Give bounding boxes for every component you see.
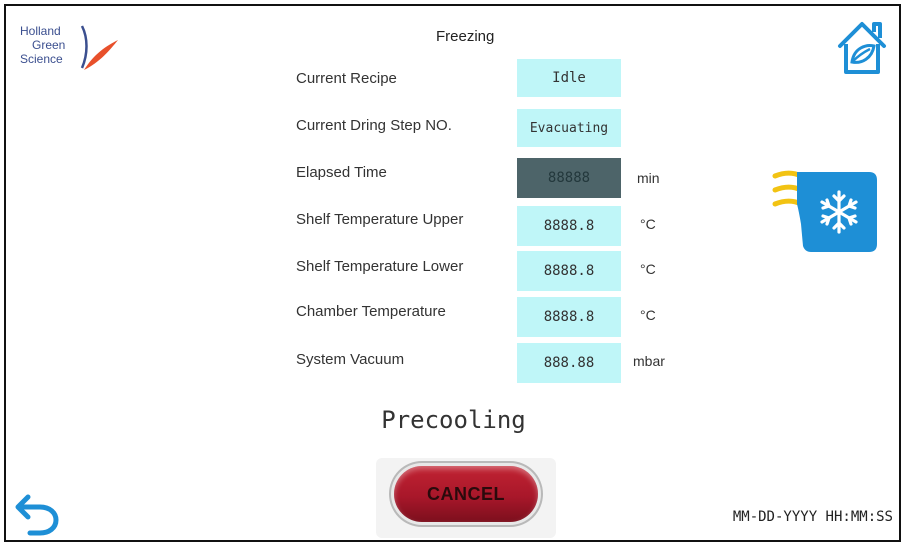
- shelf-temp-lower-value: 8888.8: [517, 251, 621, 291]
- shelf-temp-lower-unit: °C: [640, 261, 656, 277]
- chamber-temp-unit: °C: [640, 307, 656, 323]
- system-vacuum-label: System Vacuum: [296, 351, 405, 368]
- shelf-temp-upper-unit: °C: [640, 216, 656, 232]
- shelf-temp-upper-label: Shelf Temperature Upper: [296, 211, 464, 228]
- snowflake-freeze-icon: [772, 170, 877, 252]
- chamber-temp-value: 8888.8: [517, 297, 621, 337]
- process-status: Precooling: [381, 406, 526, 434]
- shelf-temp-lower-label: Shelf Temperature Lower: [296, 258, 464, 275]
- system-vacuum-value: 888.88: [517, 343, 621, 383]
- company-logo: Holland Green Science: [14, 20, 124, 80]
- elapsed-time-unit: min: [637, 170, 660, 186]
- shelf-temp-upper-value: 8888.8: [517, 206, 621, 246]
- system-vacuum-unit: mbar: [633, 353, 665, 369]
- cancel-button[interactable]: CANCEL: [394, 466, 538, 522]
- current-recipe-label: Current Recipe: [296, 70, 397, 87]
- chamber-temp-label: Chamber Temperature: [296, 303, 446, 320]
- current-step-label: Current Dring Step NO.: [296, 117, 452, 134]
- elapsed-time-value: 88888: [517, 158, 621, 198]
- logo-line-1: Holland: [20, 24, 61, 38]
- logo-line-2: Green: [32, 38, 66, 52]
- logo-line-3: Science: [20, 52, 63, 66]
- cancel-button-frame: CANCEL: [376, 458, 556, 538]
- home-leaf-icon[interactable]: [834, 18, 890, 78]
- page-title: Freezing: [436, 28, 495, 45]
- back-arrow-icon[interactable]: [12, 487, 62, 537]
- datetime-display: MM-DD-YYYY HH:MM:SS: [732, 509, 893, 525]
- current-step-value: Evacuating: [517, 109, 621, 147]
- logo-leaf-icon: [80, 25, 118, 70]
- elapsed-time-label: Elapsed Time: [296, 164, 387, 181]
- current-recipe-value: Idle: [517, 59, 621, 97]
